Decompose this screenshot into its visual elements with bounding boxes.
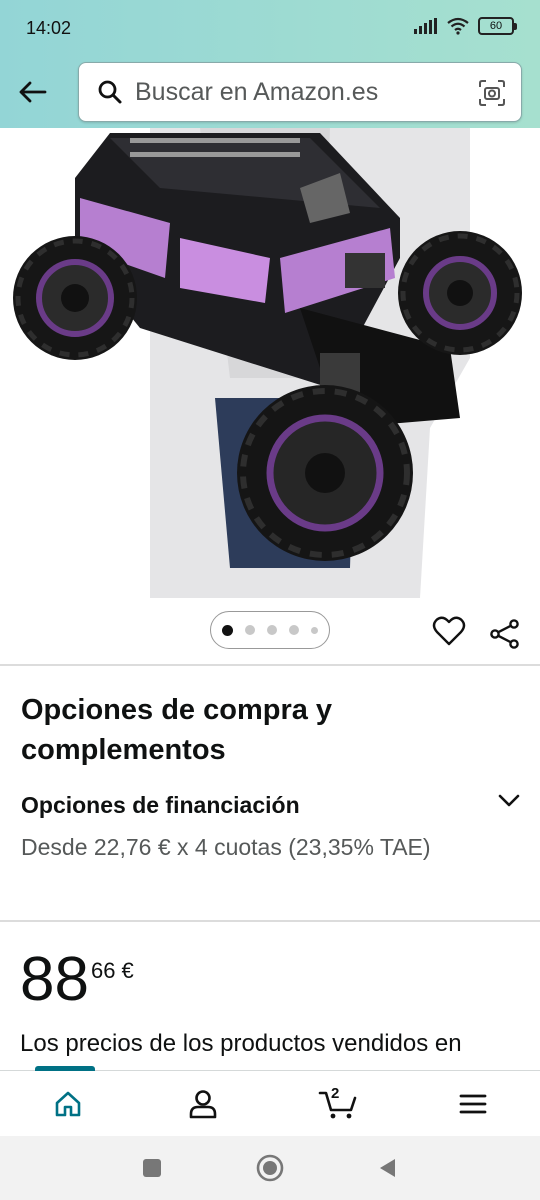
product-image[interactable] xyxy=(0,128,540,598)
home-system-button[interactable] xyxy=(255,1153,285,1183)
nav-cart[interactable]: 2 xyxy=(270,1071,405,1136)
triangle-back-icon xyxy=(380,1159,395,1177)
battery-icon: 60 xyxy=(478,17,517,35)
financing-expand-button[interactable] xyxy=(494,786,524,816)
divider xyxy=(0,664,540,666)
signal-icon xyxy=(414,18,437,34)
wishlist-button[interactable] xyxy=(432,614,466,648)
nav-menu[interactable] xyxy=(405,1071,540,1136)
buying-options-title: Opciones de compra y complementos xyxy=(21,694,333,766)
search-box[interactable] xyxy=(78,62,522,122)
menu-icon xyxy=(459,1094,486,1113)
financing-title: Opciones de financiación xyxy=(21,792,300,818)
back-arrow-icon xyxy=(19,81,47,103)
nav-account[interactable] xyxy=(135,1071,270,1136)
header xyxy=(0,58,540,128)
circle-icon xyxy=(256,1154,284,1182)
carousel-dot xyxy=(267,625,277,635)
search-icon xyxy=(95,77,125,107)
carousel-dot xyxy=(245,625,255,635)
back-button[interactable] xyxy=(12,72,52,112)
active-tab-indicator xyxy=(35,1066,95,1071)
battery-level: 60 xyxy=(489,20,503,32)
home-icon xyxy=(55,1091,80,1116)
nav-home[interactable] xyxy=(0,1066,135,1136)
financing-details: Desde 22,76 € x 4 cuotas (23,35% TAE) xyxy=(21,834,431,860)
price-fraction: 66 € xyxy=(90,958,134,983)
share-button[interactable] xyxy=(489,618,521,650)
back-system-button[interactable] xyxy=(373,1153,403,1183)
status-bar: 14:02 60 xyxy=(0,0,540,58)
carousel-dot xyxy=(222,624,233,636)
cart-count: 2 xyxy=(331,1085,340,1102)
rc-truck-image xyxy=(0,128,540,598)
search-input[interactable] xyxy=(135,77,465,107)
carousel-dot xyxy=(311,626,318,634)
recents-button[interactable] xyxy=(137,1153,167,1183)
heart-icon xyxy=(432,616,466,646)
price-note: Los precios de los productos vendidos en xyxy=(20,1030,462,1057)
divider xyxy=(0,920,540,922)
bottom-nav: 2 xyxy=(0,1066,540,1136)
price-whole: 88 xyxy=(20,945,89,1014)
chevron-down-icon xyxy=(498,794,520,807)
square-icon xyxy=(143,1159,161,1177)
status-time: 14:02 xyxy=(26,18,72,38)
share-icon xyxy=(490,619,519,649)
system-nav-bar xyxy=(0,1136,540,1200)
status-icons: 60 xyxy=(414,17,517,35)
price: 88 66 € xyxy=(20,946,134,1014)
carousel-indicator[interactable] xyxy=(210,611,330,649)
camera-search-icon[interactable] xyxy=(477,78,507,108)
wifi-icon xyxy=(447,17,469,35)
account-icon xyxy=(189,1089,216,1118)
carousel-dot xyxy=(289,625,299,635)
